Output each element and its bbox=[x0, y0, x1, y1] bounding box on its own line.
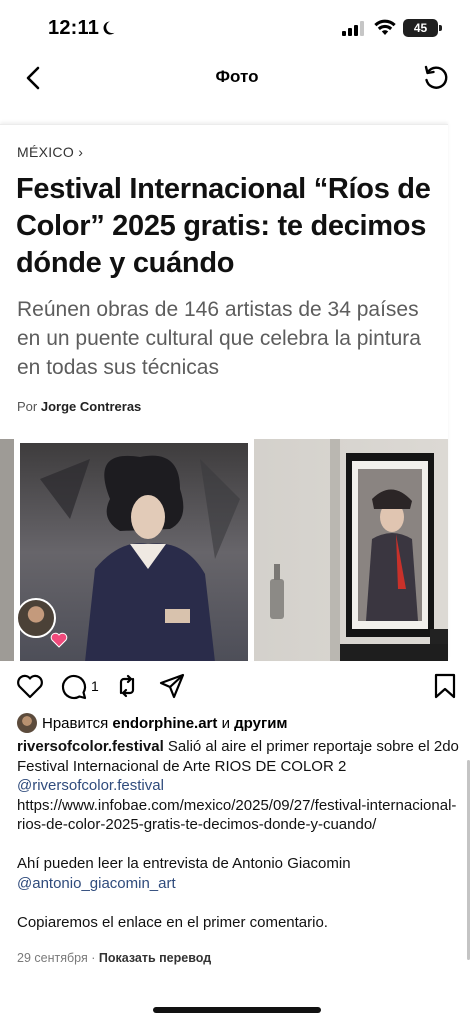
caption-text-3: Copiaremos el enlace en el primer coment… bbox=[17, 913, 328, 931]
scrollbar[interactable] bbox=[467, 760, 470, 960]
gallery-paintings-image bbox=[0, 439, 448, 661]
show-translation-link[interactable]: Показать перевод bbox=[99, 951, 211, 965]
cellular-signal-icon bbox=[342, 21, 364, 36]
article-section-label: MÉXICO › bbox=[17, 144, 84, 160]
article-subheadline: Reúnen obras de 146 artistas de 34 paíse… bbox=[17, 298, 421, 379]
bookmark-icon[interactable] bbox=[433, 673, 457, 699]
liker-avatar bbox=[17, 713, 37, 733]
caption-mention-antonio[interactable]: @antonio_giacomin_art bbox=[17, 875, 176, 892]
caption-text-2: Ahí pueden leer la entrevista de Antonio… bbox=[17, 855, 351, 872]
article-photo bbox=[0, 439, 448, 661]
likes-prefix: Нравится bbox=[42, 715, 109, 732]
meta-separator: · bbox=[91, 951, 96, 965]
comment-count: 1 bbox=[91, 678, 99, 694]
caption-line-1: riversofcolor.festival Salió al aire el … bbox=[17, 737, 462, 776]
battery-indicator: 45 bbox=[403, 19, 438, 37]
comment-bubble-icon[interactable] bbox=[60, 673, 88, 701]
post-caption: riversofcolor.festival Salió al aire el … bbox=[17, 737, 462, 932]
likes-others[interactable]: другим bbox=[234, 715, 287, 732]
heart-badge-icon bbox=[50, 632, 68, 648]
article-author: Jorge Contreras bbox=[40, 399, 142, 414]
status-bar: 12:11 45 bbox=[0, 0, 474, 54]
likes-conjunction: и bbox=[221, 715, 230, 732]
repost-icon[interactable] bbox=[114, 673, 140, 699]
page-title: Фото bbox=[215, 67, 259, 86]
refresh-icon[interactable] bbox=[421, 63, 451, 93]
wifi-icon bbox=[374, 19, 396, 35]
post-date: 29 сентября bbox=[17, 951, 88, 965]
article-byline: Por Jorge Contreras bbox=[17, 399, 141, 414]
nav-bar: Фото bbox=[0, 54, 474, 102]
heart-like-icon[interactable] bbox=[16, 673, 44, 699]
liker-username[interactable]: endorphine.art bbox=[112, 715, 217, 732]
caption-url: https://www.infobae.com/mexico/2025/09/2… bbox=[17, 796, 457, 834]
moon-icon bbox=[103, 21, 115, 35]
status-time: 12:11 bbox=[48, 17, 100, 39]
caption-username[interactable]: riversofcolor.festival bbox=[17, 738, 164, 755]
home-indicator[interactable] bbox=[153, 1007, 321, 1013]
post-image-article-card[interactable]: MÉXICO › Festival Internacional “Ríos de… bbox=[0, 124, 448, 661]
post-actions-bar: 1 bbox=[0, 670, 474, 704]
post-meta: 29 сентября · Показать перевод bbox=[17, 951, 211, 965]
byline-prefix: Por bbox=[17, 399, 38, 414]
send-share-icon[interactable] bbox=[159, 673, 185, 699]
likes-summary[interactable]: Нравится endorphine.art и другим bbox=[17, 713, 288, 735]
battery-tip bbox=[439, 25, 442, 31]
article-headline: Festival Internacional “Ríos de Color” 2… bbox=[16, 173, 431, 279]
caption-mention-festival[interactable]: @riversofcolor.festival bbox=[17, 777, 164, 794]
